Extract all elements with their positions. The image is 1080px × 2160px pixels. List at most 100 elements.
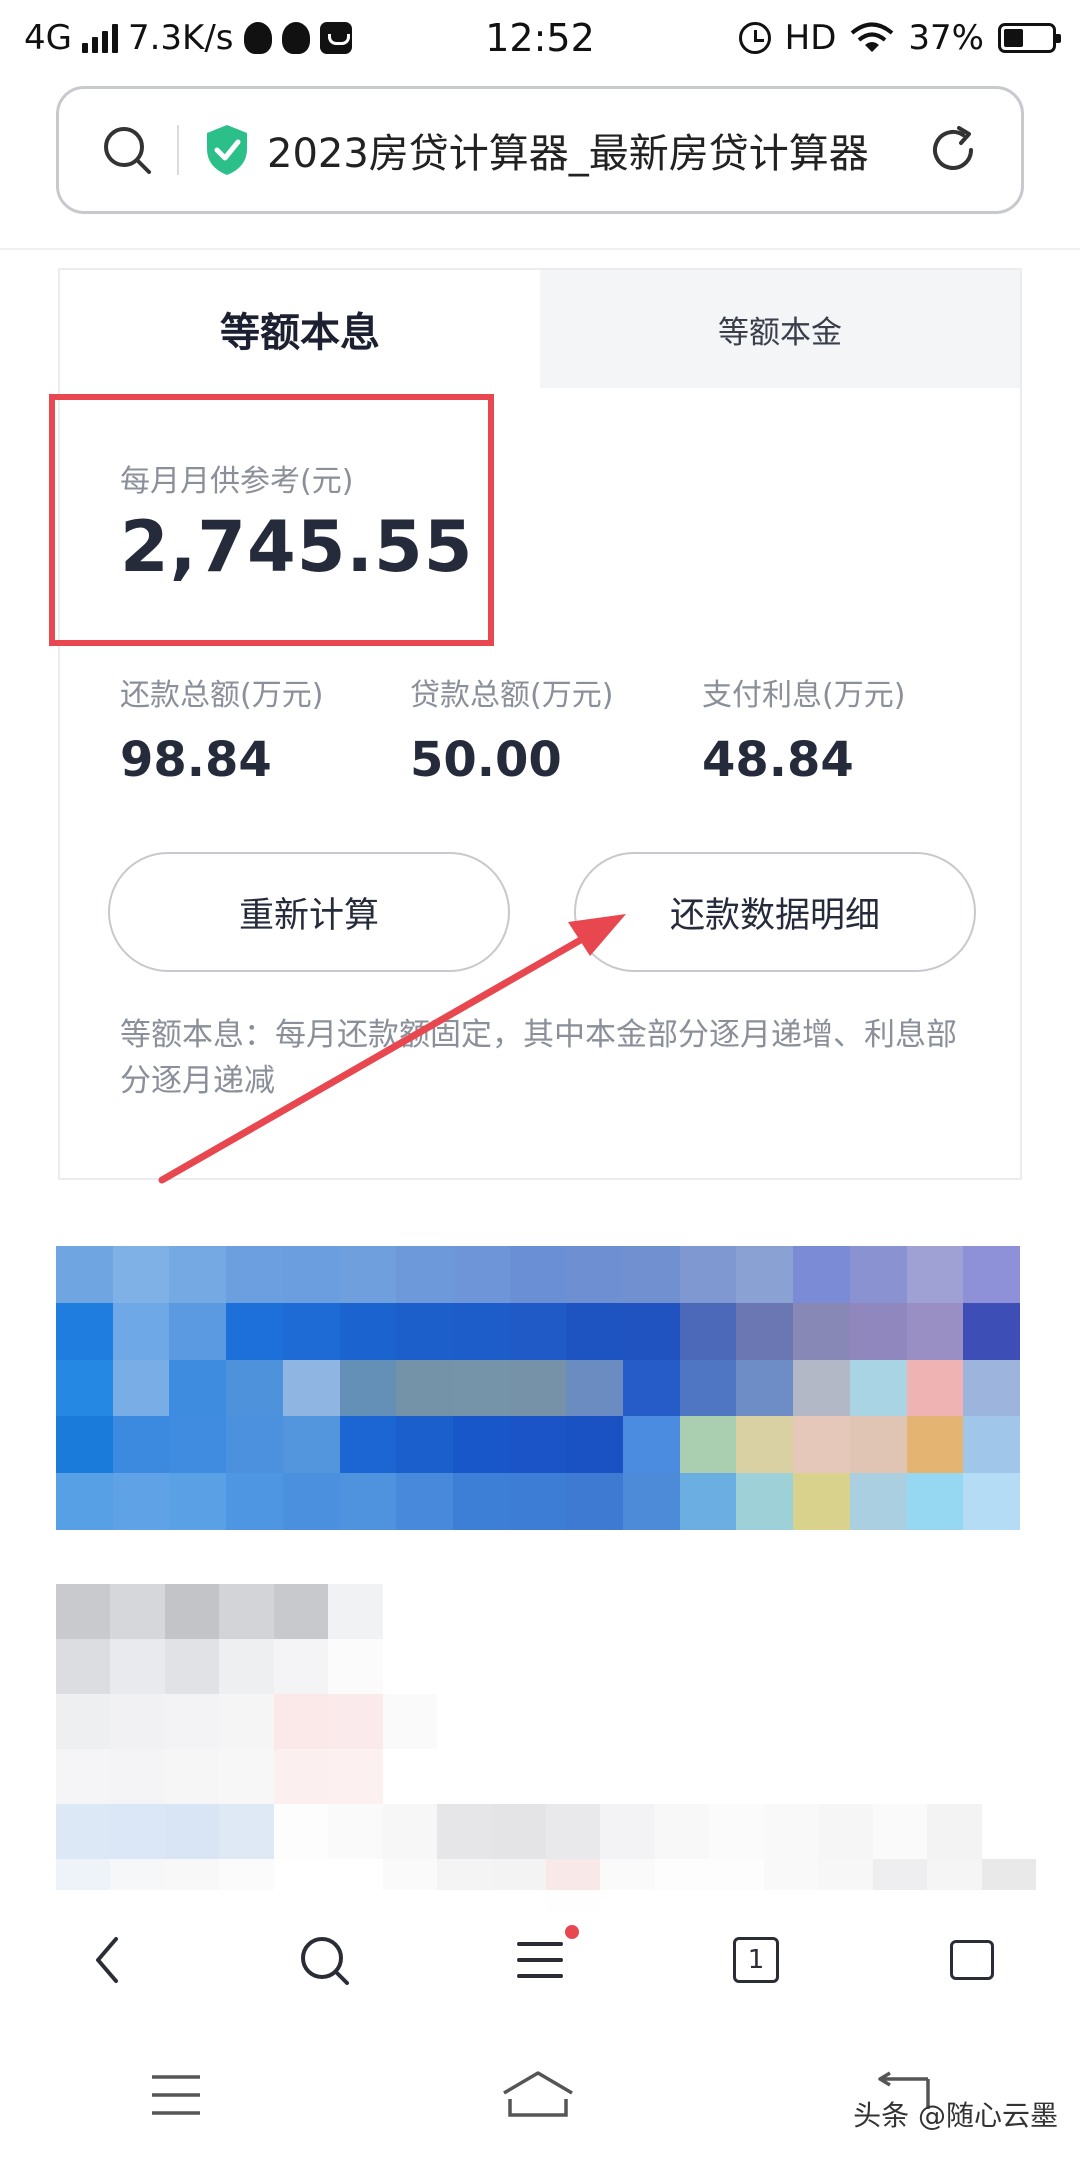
pixel-block [169,1473,227,1530]
pixel-block [110,1694,165,1749]
pixel-block [452,1473,510,1530]
stat-value: 48.84 [702,732,854,788]
battery-percent: 37% [908,18,984,58]
pixel-block [509,1416,567,1474]
pixel-block [226,1416,283,1474]
tab-equal-principal[interactable]: 等额本金 [540,270,1020,388]
pixel-block [623,1359,680,1417]
refresh-icon[interactable] [925,122,981,178]
pixel-block [219,1749,274,1804]
pixel-block [763,1694,819,1749]
pixel-block [849,1416,907,1474]
loan-amount: 贷款总额(万元) 50.00 [410,670,613,788]
pixel-block [679,1359,737,1417]
pixel-block [600,1749,655,1804]
pixel-block [927,1584,982,1639]
pixel-block [818,1749,873,1804]
home-icon[interactable] [500,2069,576,2121]
tabs-icon[interactable]: 1 [733,1937,779,1983]
pixel-block [906,1416,964,1474]
pixel-block [282,1359,340,1417]
pixel-block [56,1639,111,1694]
pixel-block [169,1246,227,1303]
pixel-block [491,1804,546,1859]
pixel-block [452,1359,510,1417]
pixel-block [110,1639,165,1694]
pixel-block [709,1694,764,1749]
wifi-icon [851,22,894,52]
recalculate-button[interactable]: 重新计算 [108,852,510,972]
pixel-block [763,1639,819,1694]
pixel-block [709,1584,764,1639]
pixel-block [545,1639,601,1694]
pixel-block [679,1302,737,1360]
pixel-block [110,1804,165,1859]
hd-indicator: HD [784,18,837,58]
pixel-block [872,1749,928,1804]
pixel-block [219,1639,274,1694]
battery-icon [998,23,1061,53]
pixel-block [112,1246,170,1303]
pixel-block [164,1804,220,1859]
qq-icon [243,22,272,54]
pixel-block [545,1694,601,1749]
pixel-block [437,1694,492,1749]
home-page-button[interactable] [927,1915,1017,2005]
pixel-block [491,1694,546,1749]
stat-value: 98.84 [120,732,272,788]
page-title[interactable]: 2023房贷计算器_最新房贷计算器 [267,121,903,179]
pixel-block [509,1473,567,1530]
pixel-block [164,1749,220,1804]
pixel-block [623,1246,680,1303]
pixel-block [963,1416,1020,1474]
pixel-block [328,1694,383,1749]
search-icon[interactable] [99,122,155,178]
pixel-block [56,1473,113,1530]
interest-paid: 支付利息(万元) 48.84 [702,670,905,788]
repayment-details-button[interactable]: 还款数据明细 [574,852,976,972]
menu-icon[interactable] [148,2073,204,2117]
pixel-block [226,1302,283,1360]
pixel-block [872,1639,928,1694]
pixel-block [164,1694,220,1749]
pixel-block [112,1359,170,1417]
pixel-block [654,1694,710,1749]
pixel-block [793,1246,850,1303]
pixel-block [452,1302,510,1360]
pixel-block [396,1246,453,1303]
pixel-block [452,1246,510,1303]
back-icon[interactable] [86,1935,130,1985]
pixel-block [736,1359,794,1417]
pixel-block [328,1584,383,1639]
back-button[interactable] [63,1915,153,2005]
pixel-block [963,1302,1020,1360]
menu-icon[interactable] [515,1939,565,1981]
pixel-block [226,1473,283,1530]
address-bar[interactable]: 2023房贷计算器_最新房贷计算器 [56,86,1024,214]
pixel-block [112,1416,170,1474]
pixel-block [793,1473,850,1530]
pixel-block [566,1302,624,1360]
search-button[interactable] [279,1915,369,2005]
square-icon[interactable] [950,1940,994,1980]
tab-equal-installment[interactable]: 等额本息 [60,270,540,388]
pixel-block [282,1416,340,1474]
stat-value: 50.00 [410,732,562,788]
pixel-block [927,1694,982,1749]
pixel-block [849,1302,907,1360]
pixel-block [736,1473,794,1530]
pixel-block [110,1749,165,1804]
shield-check-icon [207,125,247,175]
pixel-block [382,1694,438,1749]
pixel-block [981,1749,1036,1804]
pixel-block [566,1246,624,1303]
menu-button[interactable] [495,1915,585,2005]
tabs-button[interactable]: 1 [711,1915,801,2005]
network-type: 4G [24,18,72,58]
pixel-block [566,1416,624,1474]
pixel-block [654,1749,710,1804]
pixel-block [164,1584,220,1639]
pixel-block [219,1694,274,1749]
search-icon[interactable] [296,1932,352,1988]
pixel-block [906,1246,964,1303]
